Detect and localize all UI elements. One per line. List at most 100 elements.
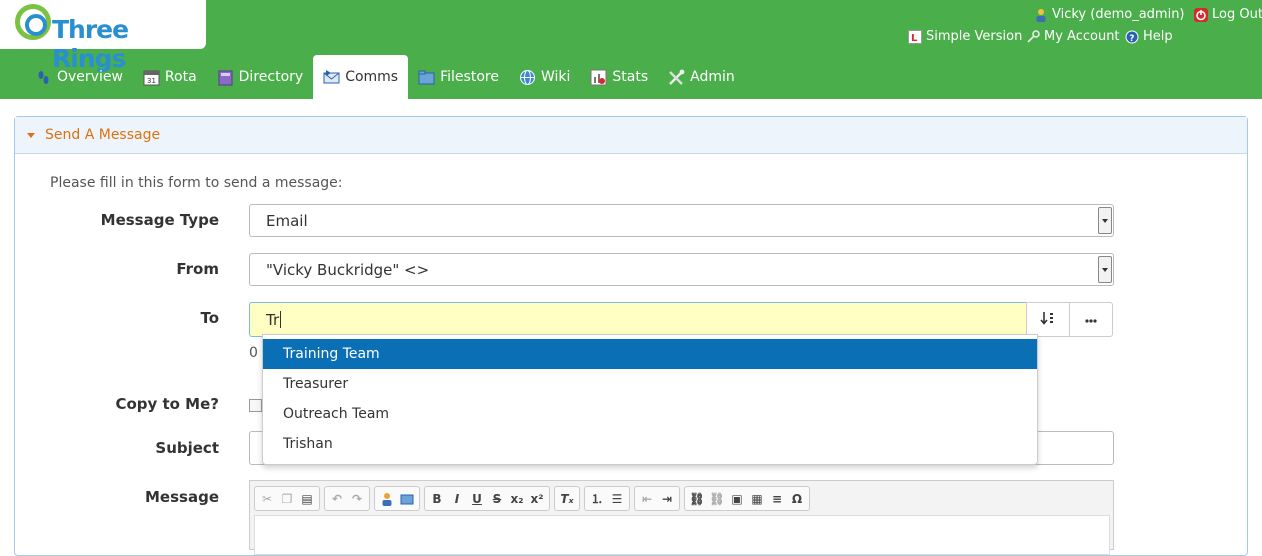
calendar-icon: 31: [143, 69, 160, 86]
strikethrough-icon[interactable]: S: [488, 489, 506, 509]
nav-item-wiki[interactable]: Wiki: [509, 55, 580, 99]
nav-item-comms[interactable]: Comms: [313, 55, 409, 99]
autocomplete-option[interactable]: Treasurer: [263, 369, 1037, 399]
simple-version-link[interactable]: L Simple Version: [908, 29, 1022, 44]
insert-user-icon[interactable]: [378, 489, 396, 509]
nav-item-directory[interactable]: Directory: [207, 55, 314, 99]
toolbar-group-lists: ⒈ ☰: [584, 486, 630, 511]
svg-text:L: L: [911, 33, 918, 44]
from-value: "Vicky Buckridge" <>: [266, 260, 430, 279]
subscript-icon[interactable]: x₂: [508, 489, 526, 509]
panel-header[interactable]: Send A Message: [15, 117, 1247, 154]
nav-item-label: Directory: [238, 69, 304, 85]
simple-version-icon: L: [908, 29, 922, 44]
subject-label: Subject: [155, 439, 219, 457]
nav-item-overview[interactable]: Overview: [25, 55, 133, 99]
nav-item-stats[interactable]: Stats: [580, 55, 658, 99]
horizontal-rule-icon[interactable]: ≡: [768, 489, 786, 509]
sort-recipients-button[interactable]: [1026, 302, 1070, 337]
toolbar-group-clear: Tₓ: [554, 486, 580, 511]
globe-icon: [519, 69, 536, 86]
nav-item-filestore[interactable]: Filestore: [408, 55, 509, 99]
logo[interactable]: Three Rings: [0, 0, 206, 73]
paste-icon[interactable]: ▤: [298, 489, 316, 509]
from-select[interactable]: "Vicky Buckridge" <>: [249, 253, 1114, 286]
autocomplete-option[interactable]: Outreach Team: [263, 399, 1037, 429]
app-header: Three Rings Vicky (demo_admin) Log Out L…: [0, 0, 1262, 99]
redo-icon[interactable]: ↷: [348, 489, 366, 509]
help-icon: ?: [1125, 30, 1139, 44]
nav-item-rota[interactable]: 31 Rota: [133, 55, 207, 99]
numbered-list-icon[interactable]: ⒈: [588, 489, 606, 509]
my-account-label: My Account: [1044, 29, 1120, 44]
editor-toolbar: ✂ ❐ ▤ ↶ ↷ B I U S x₂ x² Tₓ ⒈ ☰ ⇤ ⇥ ⛓ ⛓ ▣…: [254, 486, 810, 511]
copy-icon[interactable]: ❐: [278, 489, 296, 509]
indent-icon[interactable]: ⇥: [658, 489, 676, 509]
folder-icon: [418, 69, 435, 86]
toolbar-group-indent: ⇤ ⇥: [634, 486, 680, 511]
panel-title: Send A Message: [45, 127, 161, 143]
chevron-down-icon[interactable]: [1098, 256, 1112, 283]
tools-icon: [668, 69, 685, 86]
key-icon: [1026, 29, 1040, 44]
nav-item-label: Filestore: [440, 69, 499, 85]
insert-folder-icon[interactable]: [398, 489, 416, 509]
book-icon: [217, 69, 234, 86]
nav-item-admin[interactable]: Admin: [658, 55, 745, 99]
message-type-select[interactable]: Email: [249, 204, 1114, 237]
help-link[interactable]: ? Help: [1125, 29, 1173, 44]
message-type-value: Email: [266, 211, 308, 230]
message-body-input[interactable]: [254, 515, 1110, 555]
nav-item-label: Rota: [164, 69, 197, 85]
logo-ring-inner-icon: [25, 14, 47, 36]
collapse-caret-icon: [27, 132, 35, 138]
footprints-icon: [35, 69, 52, 86]
bullet-list-icon[interactable]: ☰: [608, 489, 626, 509]
copy-to-me-checkbox[interactable]: [249, 399, 262, 412]
svg-text:31: 31: [147, 77, 156, 85]
bold-icon[interactable]: B: [428, 489, 446, 509]
autocomplete-option[interactable]: Trishan: [263, 429, 1037, 459]
outdent-icon[interactable]: ⇤: [638, 489, 656, 509]
unlink-icon[interactable]: ⛓: [708, 489, 726, 509]
autocomplete-option[interactable]: Training Team: [263, 339, 1037, 369]
toolbar-group-clipboard: ✂ ❐ ▤: [254, 486, 320, 511]
user-icon: [1034, 8, 1048, 22]
toolbar-group-format: B I U S x₂ x²: [424, 486, 550, 511]
current-user[interactable]: Vicky (demo_admin): [1034, 7, 1185, 22]
underline-icon[interactable]: U: [468, 489, 486, 509]
simple-version-label: Simple Version: [926, 29, 1023, 44]
nav-item-label: Comms: [345, 69, 399, 85]
sort-icon: [1040, 311, 1056, 328]
link-icon[interactable]: ⛓: [688, 489, 706, 509]
to-input[interactable]: Tr: [249, 302, 1027, 337]
table-icon[interactable]: ▦: [748, 489, 766, 509]
text-cursor: [280, 311, 282, 328]
power-icon: [1194, 7, 1208, 22]
logout-label: Log Out: [1212, 7, 1262, 22]
my-account-link[interactable]: My Account: [1026, 29, 1120, 44]
copy-to-me-label: Copy to Me?: [115, 395, 219, 413]
to-autocomplete-list: Training Team Treasurer Outreach Team Tr…: [262, 334, 1038, 465]
to-input-value: Tr: [266, 310, 280, 329]
superscript-icon[interactable]: x²: [528, 489, 546, 509]
italic-icon[interactable]: I: [448, 489, 466, 509]
nav-item-label: Wiki: [540, 69, 571, 85]
to-label: To: [200, 309, 219, 327]
nav-item-label: Admin: [690, 69, 735, 85]
toolbar-group-insert: [374, 486, 420, 511]
toolbar-group-objects: ⛓ ⛓ ▣ ▦ ≡ Ω: [684, 486, 810, 511]
logout-link[interactable]: Log Out: [1194, 7, 1262, 22]
chevron-down-icon[interactable]: [1098, 207, 1112, 234]
undo-icon[interactable]: ↶: [328, 489, 346, 509]
remove-format-icon[interactable]: Tₓ: [558, 489, 576, 509]
special-char-icon[interactable]: Ω: [788, 489, 806, 509]
cut-icon[interactable]: ✂: [258, 489, 276, 509]
nav-item-label: Overview: [57, 69, 123, 85]
chart-icon: [590, 69, 607, 86]
image-icon[interactable]: ▣: [728, 489, 746, 509]
more-options-button[interactable]: [1069, 302, 1113, 337]
mail-icon: [323, 69, 340, 86]
message-type-label: Message Type: [100, 211, 219, 229]
main-nav: Overview 31 Rota Directory Comms Filesto…: [25, 55, 745, 99]
